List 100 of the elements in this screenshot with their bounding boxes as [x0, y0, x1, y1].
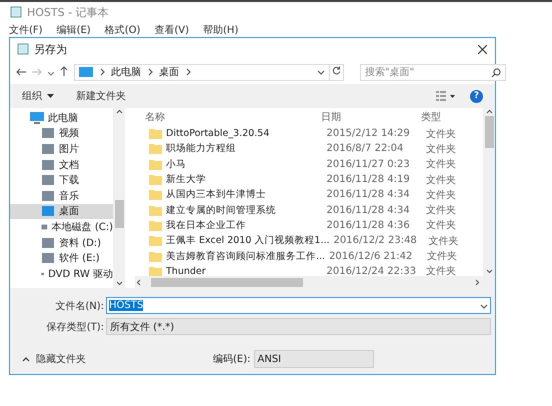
file-date: 2016/12/6 21:42	[328, 250, 414, 262]
file-name: 小马	[166, 158, 186, 171]
file-type: 文件夹	[424, 188, 457, 202]
computer-icon	[79, 67, 93, 77]
file-date: 2016/11/28 4:34	[325, 204, 411, 216]
nav-item[interactable]: 文档	[10, 156, 113, 172]
file-row[interactable]: 我在日本企业工作 2016/11/28 4:36 文件夹	[135, 218, 483, 234]
chevron-icon	[147, 68, 153, 76]
file-type: 文件夹	[424, 142, 457, 156]
computer-icon	[30, 112, 44, 124]
nav-item[interactable]: DVD RW 驱动	[10, 266, 113, 282]
breadcrumb-item[interactable]: 桌面	[159, 65, 179, 79]
field-label: 编码(E):	[213, 352, 250, 366]
refresh-icon	[332, 66, 341, 75]
help-button[interactable]: ?	[470, 90, 483, 102]
notepad-icon	[10, 6, 22, 18]
scroll-up-icon[interactable]	[116, 108, 122, 116]
file-name: Thunder	[166, 266, 206, 276]
nav-item[interactable]: 图片	[10, 141, 113, 157]
file-row[interactable]: 建立专属的时间管理系统 2016/11/28 4:34 文件夹	[135, 202, 483, 218]
scrollbar[interactable]	[135, 276, 495, 288]
file-date: 2016/11/27 0:23	[325, 158, 411, 170]
file-row[interactable]: Thunder 2016/12/24 22:33 文件夹	[135, 264, 483, 276]
nav-item[interactable]: 音乐	[10, 188, 113, 204]
hide-folders-button[interactable]: 隐藏文件夹	[22, 352, 86, 366]
nav-item[interactable]: 软件 (E:)	[10, 250, 113, 266]
chevron-icon	[99, 68, 105, 76]
file-name: 从国内三本到牛津博士	[166, 188, 266, 202]
filename-field[interactable]: HOSTS	[106, 297, 491, 314]
file-type: 文件夹	[424, 174, 457, 187]
file-row[interactable]: 小马 2016/11/27 0:23 文件夹	[135, 156, 483, 172]
encoding-dropdown[interactable]: ANSI	[254, 350, 374, 368]
column-header[interactable]: 类型	[417, 110, 477, 124]
file-date: 2016/12/2 23:48	[332, 235, 418, 246]
file-name: 美吉姆教育咨询顾问标准服务工作...	[166, 250, 326, 263]
file-row[interactable]: 王佩丰 Excel 2010 入门视频教程1... 2016/12/2 23:48 文件夹	[135, 233, 483, 248]
nav-item[interactable]: 下载	[10, 172, 113, 188]
menu-item[interactable]: 帮助(H)	[203, 23, 238, 37]
new-folder-button[interactable]: 新建文件夹	[76, 89, 126, 103]
scroll-thumb[interactable]	[484, 116, 494, 148]
file-date: 2016/11/28 4:36	[325, 220, 411, 231]
column-header[interactable]: 名称	[135, 110, 317, 124]
file-type: 文件夹	[426, 250, 458, 264]
dialog-title: 另存为	[34, 42, 67, 56]
menu-item[interactable]: 查看(V)	[154, 23, 190, 37]
file-type: 文件夹	[424, 204, 457, 218]
file-row[interactable]: DittoPortable_3.20.54 2015/2/12 14:29 文件夹	[135, 126, 483, 142]
address-bar[interactable]: 此电脑 桌面	[74, 64, 330, 80]
scroll-left-icon[interactable]	[135, 278, 143, 286]
nav-item[interactable]: 本地磁盘 (C:)	[10, 219, 113, 235]
scroll-right-icon[interactable]	[473, 278, 481, 286]
breadcrumb-item[interactable]: 此电脑	[111, 65, 141, 79]
refresh-button[interactable]	[330, 64, 344, 80]
dropdown-icon	[317, 69, 325, 75]
column-header[interactable]: 日期	[317, 110, 417, 124]
file-type: 文件夹	[424, 158, 457, 172]
scroll-down-icon[interactable]	[116, 279, 122, 287]
field-label: 文件名(N):	[54, 300, 105, 312]
organize-button[interactable]: 组织	[22, 89, 54, 103]
file-name: 职场能力方程组	[166, 142, 236, 156]
file-date: 2015/2/12 14:29	[325, 128, 411, 140]
file-row[interactable]: 新生大学 2016/11/28 4:19 文件夹	[135, 172, 483, 188]
scroll-thumb[interactable]	[151, 278, 303, 286]
chevron-up-icon	[22, 356, 30, 362]
window-title: HOSTS - 记事本	[27, 4, 109, 20]
file-type: 文件夹	[424, 128, 457, 141]
file-type: 文件夹	[427, 234, 460, 248]
nav-item[interactable]: 桌面	[10, 204, 113, 220]
scroll-thumb[interactable]	[114, 200, 124, 228]
file-date: 2016/11/28 4:34	[325, 189, 411, 200]
file-name: 新生大学	[166, 173, 206, 186]
file-row[interactable]: 美吉姆教育咨询顾问标准服务工作... 2016/12/6 21:42 文件夹	[135, 248, 483, 264]
file-name: 我在日本企业工作	[166, 218, 246, 232]
file-type-dropdown[interactable]: 所有文件 (*.*)	[106, 318, 491, 335]
notepad-icon	[17, 43, 29, 55]
dropdown-icon	[480, 302, 488, 308]
file-name: DittoPortable_3.20.54	[166, 128, 270, 140]
file-row[interactable]: 职场能力方程组 2016/8/7 22:04 文件夹	[135, 141, 483, 157]
file-date: 2016/11/28 4:19	[325, 174, 411, 186]
file-row[interactable]: 从国内三本到牛津博士 2016/11/28 4:34 文件夹	[135, 187, 483, 202]
nav-item[interactable]: 资料 (D:)	[10, 234, 113, 250]
field-label: 保存类型(T):	[46, 320, 105, 334]
file-type: 文件夹	[424, 218, 457, 232]
up-button[interactable]	[60, 65, 68, 79]
scroll-up-icon[interactable]	[486, 108, 492, 116]
menu-item[interactable]: 文件(F)	[9, 23, 43, 37]
chevron-icon	[185, 68, 191, 76]
scroll-down-icon[interactable]	[486, 267, 492, 275]
menu-item[interactable]: 编辑(E)	[56, 23, 91, 37]
file-type: 文件夹	[424, 264, 457, 276]
nav-item[interactable]: 此电脑	[10, 110, 113, 126]
file-date: 2016/12/24 22:33	[325, 266, 418, 276]
file-date: 2016/8/7 22:04	[325, 143, 404, 154]
caret-icon	[47, 94, 54, 98]
file-name: 建立专属的时间管理系统	[166, 204, 276, 217]
nav-item[interactable]: 视频	[10, 126, 113, 142]
search-field[interactable]: 搜索"桌面"	[360, 64, 506, 80]
view-options-icon[interactable]	[436, 91, 456, 101]
menu-item[interactable]: 格式(O)	[104, 23, 140, 37]
search-icon	[491, 68, 501, 78]
